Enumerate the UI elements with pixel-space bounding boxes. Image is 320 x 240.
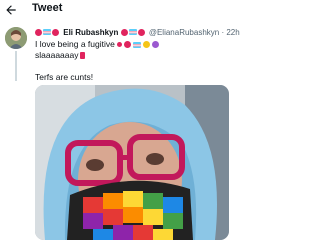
avatar[interactable] [5,27,27,49]
thread-line [15,51,17,81]
yellow-heart-icon [142,41,150,48]
red-heart-icon [137,29,145,36]
trans-flag-icon [128,29,137,35]
name-emoji-group [120,29,145,36]
author-handle[interactable]: @ElianaRubashkyn [149,28,219,37]
tweet-meta: Eli Rubashkyn @ElianaRubashkyn · 22h [35,27,240,38]
trans-flag-icon [132,41,141,48]
author-name[interactable]: Eli Rubashkyn [63,28,118,37]
trans-flag-icon [43,29,51,35]
nail-polish-icon [80,52,86,59]
name-emoji-group [35,29,59,36]
red-heart-icon [52,29,59,36]
meta-separator: · [221,28,225,37]
tweet-text-line: Terfs are cunts! [35,72,94,82]
back-arrow-icon[interactable] [4,3,18,17]
tweet-text-line: slaaaaaaay [35,50,79,60]
tweet-header: Tweet [0,0,249,24]
red-heart-icon [120,29,128,36]
red-heart-icon [35,29,42,36]
page-title: Tweet [32,2,63,14]
tweet-text: I love being a fugitive slaaaaaaay Terfs… [35,39,245,83]
tweet-photo[interactable] [35,85,229,240]
purple-heart-icon [151,41,159,48]
nail-polish-icon [116,42,122,47]
tweet-text-line: I love being a fugitive [35,39,115,49]
tweet-time[interactable]: 22h [226,28,239,37]
red-heart-icon [123,41,131,48]
